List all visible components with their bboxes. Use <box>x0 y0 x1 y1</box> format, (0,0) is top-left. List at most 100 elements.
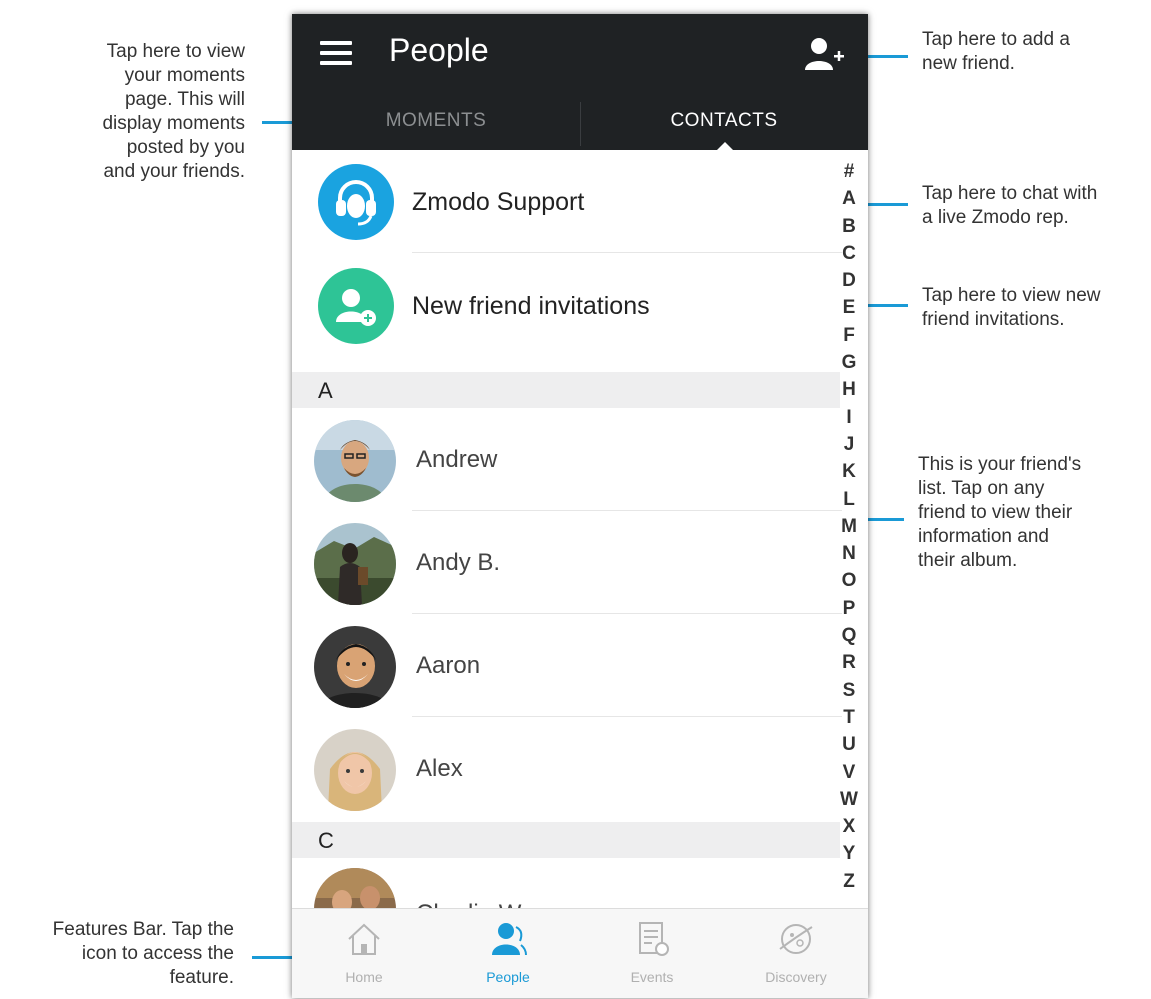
alphabet-index-letter[interactable]: Z <box>832 868 866 895</box>
annotation-line: This is your friend's <box>918 454 1082 475</box>
avatar <box>314 729 396 811</box>
features-bar: Home People Events Discovery <box>292 908 868 998</box>
annotation-line: new friend. <box>922 53 1015 74</box>
alphabet-index-letter[interactable]: P <box>832 595 866 622</box>
nav-label: Events <box>630 969 674 985</box>
avatar-photo-icon <box>314 626 396 708</box>
annotation-line: your moments <box>124 65 245 86</box>
annotation-line: Tap here to chat with <box>922 183 1098 204</box>
contact-row[interactable]: Andrew <box>292 408 840 510</box>
avatar <box>314 626 396 708</box>
section-letter: C <box>318 828 334 853</box>
row-divider <box>412 252 842 253</box>
contact-name: Alex <box>416 755 463 782</box>
alphabet-index[interactable]: # A B C D E F G H I J K L M N O P Q R S T U V W X Y Z <box>832 158 866 895</box>
special-row-label: Zmodo Support <box>412 188 585 216</box>
annotation-line: posted by you <box>126 137 245 158</box>
nav-label: People <box>486 969 530 985</box>
annotation-line: feature. <box>169 967 234 988</box>
alphabet-index-letter[interactable]: Y <box>832 840 866 867</box>
add-friend-button[interactable] <box>802 34 846 74</box>
nav-discovery[interactable]: Discovery <box>724 909 868 998</box>
alphabet-index-letter[interactable]: B <box>832 213 866 240</box>
alphabet-index-letter[interactable]: G <box>832 349 866 376</box>
alphabet-index-letter[interactable]: # <box>832 158 866 185</box>
nav-home[interactable]: Home <box>292 909 436 998</box>
alphabet-index-letter[interactable]: U <box>832 731 866 758</box>
contact-name: Andy B. <box>416 549 501 576</box>
annotation-line: list. Tap on any <box>918 478 1045 499</box>
alphabet-index-letter[interactable]: E <box>832 294 866 321</box>
annotation-line: Tap here to view <box>106 41 245 62</box>
menu-icon[interactable] <box>320 41 352 65</box>
section-header-a: A <box>292 372 840 408</box>
phone-screen: People MOMENTS CONTACTS Zmodo Support Ne… <box>292 14 868 998</box>
alphabet-index-letter[interactable]: N <box>832 540 866 567</box>
section-letter: A <box>318 378 333 403</box>
people-icon <box>492 923 527 956</box>
alphabet-index-letter[interactable]: L <box>832 486 866 513</box>
annotation-line: their album. <box>918 550 1018 571</box>
alphabet-index-letter[interactable]: C <box>832 240 866 267</box>
alphabet-index-letter[interactable]: T <box>832 704 866 731</box>
active-tab-indicator <box>717 142 733 150</box>
app-bar: People <box>292 14 868 92</box>
home-icon <box>348 923 380 955</box>
avatar <box>314 523 396 605</box>
alphabet-index-letter[interactable]: R <box>832 649 866 676</box>
annotation-line: Tap here to add a <box>922 29 1070 50</box>
add-user-icon <box>805 38 844 70</box>
discovery-icon <box>779 924 813 954</box>
avatar <box>314 420 396 502</box>
alphabet-index-letter[interactable]: O <box>832 567 866 594</box>
tab-bar: MOMENTS CONTACTS <box>292 92 868 150</box>
annotation-friends-list: This is your friend's list. Tap on any f… <box>918 453 1143 573</box>
support-avatar <box>318 164 394 240</box>
contact-row[interactable]: Aaron <box>292 614 840 716</box>
contact-name: Aaron <box>416 652 481 679</box>
alphabet-index-letter[interactable]: J <box>832 431 866 458</box>
annotation-line: friend invitations. <box>922 309 1065 330</box>
annotation-line: a live Zmodo rep. <box>922 207 1069 228</box>
page-title: People <box>389 32 489 68</box>
alphabet-index-letter[interactable]: X <box>832 813 866 840</box>
annotation-line: Tap here to view new <box>922 285 1101 306</box>
alphabet-index-letter[interactable]: K <box>832 458 866 485</box>
annotation-line: Features Bar. Tap the <box>52 919 234 940</box>
nav-label: Discovery <box>765 969 827 985</box>
annotation-moments: Tap here to view your moments page. This… <box>40 40 245 184</box>
add-user-icon <box>336 289 376 326</box>
alphabet-index-letter[interactable]: I <box>832 404 866 431</box>
nav-events[interactable]: Events <box>580 909 724 998</box>
alphabet-index-letter[interactable]: D <box>832 267 866 294</box>
alphabet-index-letter[interactable]: V <box>832 759 866 786</box>
annotation-line: and your friends. <box>103 161 245 182</box>
alphabet-index-letter[interactable]: H <box>832 376 866 403</box>
contact-name: Andrew <box>416 446 498 473</box>
tab-moments[interactable]: MOMENTS <box>292 92 580 150</box>
annotation-line: page. This will <box>124 89 245 110</box>
alphabet-index-letter[interactable]: A <box>832 185 866 212</box>
events-icon <box>639 922 669 956</box>
avatar-photo-icon <box>314 420 396 502</box>
invitations-avatar <box>318 268 394 344</box>
section-header-c: C <box>292 822 840 858</box>
alphabet-index-letter[interactable]: Q <box>832 622 866 649</box>
alphabet-index-letter[interactable]: M <box>832 513 866 540</box>
alphabet-index-letter[interactable]: S <box>832 677 866 704</box>
contact-list[interactable]: Zmodo Support New friend invitations A A… <box>292 150 868 950</box>
alphabet-index-letter[interactable]: W <box>832 786 866 813</box>
avatar-photo-icon <box>314 523 396 605</box>
contact-row[interactable]: Andy B. <box>292 511 840 613</box>
zmodo-support-row[interactable]: Zmodo Support <box>292 150 840 254</box>
annotation-support: Tap here to chat with a live Zmodo rep. <box>922 182 1147 230</box>
contact-row[interactable]: Alex <box>292 717 840 819</box>
annotation-line: display moments <box>102 113 245 134</box>
friend-invitations-row[interactable]: New friend invitations <box>292 254 840 358</box>
nav-people[interactable]: People <box>436 909 580 998</box>
annotation-line: icon to access the <box>81 943 234 964</box>
annotation-line: information and <box>918 526 1049 547</box>
alphabet-index-letter[interactable]: F <box>832 322 866 349</box>
annotation-add-friend: Tap here to add a new friend. <box>922 28 1142 76</box>
special-row-label: New friend invitations <box>412 292 650 320</box>
